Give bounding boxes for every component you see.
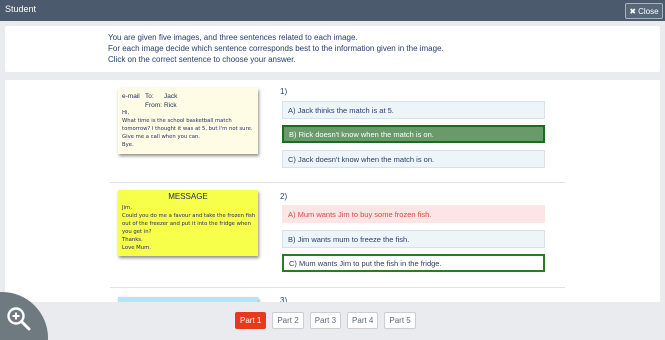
question-number: 2) (280, 192, 288, 201)
part-button[interactable]: Part 4 (347, 312, 379, 329)
instruction-line: You are given five images, and three sen… (108, 33, 358, 42)
instruction-line: Click on the correct sentence to choose … (108, 55, 296, 64)
answer-option[interactable]: B) Jim wants mum to freeze the fish. (282, 230, 545, 248)
message-note-image: MESSAGE Jim, Could you do me a favour an… (118, 190, 258, 256)
email-to-label: To: (145, 93, 154, 100)
answer-option[interactable]: C) Mum wants Jim to put the fish in the … (282, 254, 545, 272)
email-body: Hi, What time is the school basketball m… (122, 110, 253, 148)
close-button[interactable]: ✖ Close (625, 3, 663, 19)
footer-bar: Part 1 Part 2 Part 3 Part 4 Part 5 (0, 302, 665, 340)
message-heading: MESSAGE (168, 192, 208, 201)
instructions-panel: You are given five images, and three sen… (5, 26, 660, 72)
instruction-line: For each image decide which sentence cor… (108, 44, 444, 53)
answer-option[interactable]: A) Jack thinks the match is at 5. (282, 101, 545, 119)
window-title: Student (5, 4, 37, 14)
answer-option[interactable]: B) Rick doesn't know when the match is o… (282, 125, 545, 143)
email-note-image: e-mail To: Jack From: Rick Hi, What time… (118, 88, 258, 154)
divider (110, 182, 565, 183)
divider (110, 287, 565, 288)
part-navigation: Part 1 Part 2 Part 3 Part 4 Part 5 (235, 312, 416, 329)
answer-option[interactable]: C) Jack doesn't know when the match is o… (282, 150, 545, 168)
questions-panel[interactable]: e-mail To: Jack From: Rick Hi, What time… (5, 80, 660, 302)
answer-option[interactable]: A) Mum wants Jim to buy some frozen fish… (282, 205, 545, 223)
close-icon: ✖ (629, 6, 637, 16)
part-button[interactable]: Part 2 (272, 312, 304, 329)
part-button[interactable]: Part 5 (384, 312, 416, 329)
zoom-in-icon (7, 307, 31, 331)
part-button[interactable]: Part 1 (235, 312, 267, 329)
email-to: Jack (164, 93, 178, 100)
window-titlebar: Student ✖ Close (0, 0, 665, 21)
close-label: Close (638, 6, 659, 16)
part-button[interactable]: Part 3 (309, 312, 342, 329)
message-body: Jim, Could you do me a favour and take t… (122, 205, 256, 251)
email-kind: e-mail (122, 93, 140, 100)
question-number: 1) (280, 87, 288, 96)
